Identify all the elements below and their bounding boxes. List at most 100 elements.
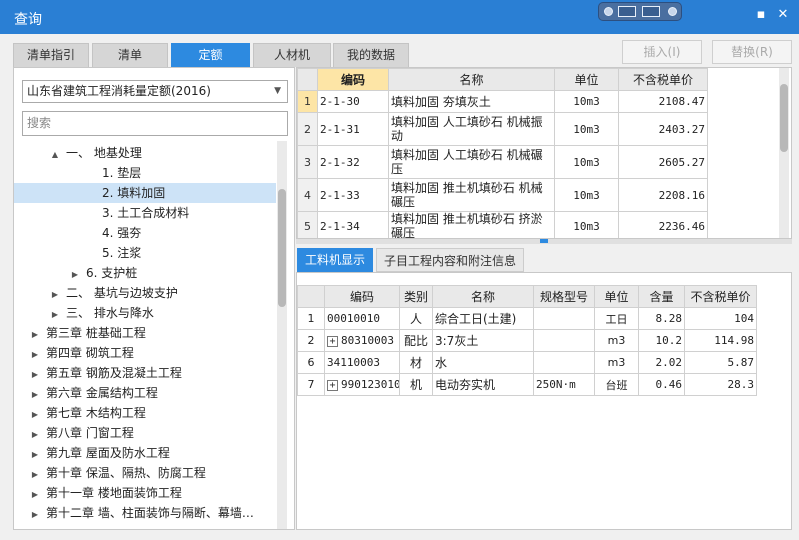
cell-name[interactable]: 填料加固 人工填砂石 机械碾压 (388, 145, 555, 179)
tree-item[interactable]: ▶ 第十章 保温、隔热、防腐工程 (14, 463, 276, 483)
cell-spec[interactable] (533, 329, 595, 352)
cell-price[interactable]: 2605.27 (618, 145, 708, 179)
cell-code[interactable]: 2-1-32 (317, 145, 389, 179)
tree-item[interactable]: 2. 填料加固 (14, 183, 276, 203)
cell-unit[interactable]: 10m3 (554, 211, 619, 238)
table-row[interactable]: 6 34110003 材水 m3 2.02 5.87 (297, 351, 757, 374)
expand-arrow-icon[interactable]: ▶ (49, 285, 61, 305)
tab-resource-display[interactable]: 工料机显示 (297, 248, 373, 272)
tree-item[interactable]: 4. 强夯 (14, 223, 276, 243)
quota-scroll-thumb[interactable] (780, 84, 788, 152)
cell-price[interactable]: 114.98 (684, 329, 757, 352)
col-price[interactable]: 不含税单价 (684, 285, 757, 308)
cell-code[interactable]: 2-1-33 (317, 178, 389, 212)
expand-arrow-icon[interactable]: ▶ (29, 345, 41, 365)
tree-item[interactable]: ▶ 第四章 砌筑工程 (14, 343, 276, 363)
col-name[interactable]: 名称 (432, 285, 534, 308)
cell-price[interactable]: 2108.47 (618, 90, 708, 113)
col-qty[interactable]: 含量 (638, 285, 685, 308)
col-spec[interactable]: 规格型号 (533, 285, 595, 308)
tree-item[interactable]: ▲ 一、 地基处理 (14, 143, 276, 163)
close-icon[interactable]: ✕ (774, 6, 792, 24)
quota-scrollbar[interactable] (779, 68, 789, 238)
tree-item[interactable]: ▶ 二、 基坑与边坡支护 (14, 283, 276, 303)
expand-arrow-icon[interactable]: ▶ (29, 505, 41, 525)
cell-name[interactable]: 填料加固 人工填砂石 机械振动 (388, 112, 555, 146)
cell-type[interactable]: 人 (399, 307, 433, 330)
tree-item[interactable]: ▶ 第十一章 楼地面装饰工程 (14, 483, 276, 503)
table-row[interactable]: 7 +990123010 机电动夯实机 250N·m 台班 0.46 28.3 (297, 373, 757, 396)
floating-toolbar[interactable] (598, 2, 682, 21)
col-type[interactable]: 类别 (399, 285, 433, 308)
cell-name[interactable]: 填料加固 夯填灰土 (388, 90, 555, 113)
dropdown-arrow-icon[interactable]: ▼ (274, 81, 281, 102)
tab-item-notes[interactable]: 子目工程内容和附注信息 (376, 248, 524, 272)
insert-button[interactable]: 插入(I) (622, 40, 702, 64)
cell-type[interactable]: 机 (399, 373, 433, 396)
tab-list[interactable]: 清单 (92, 43, 168, 67)
tree-item[interactable]: ▶ 第十二章 墙、柱面装饰与隔断、幕墙… (14, 503, 276, 523)
tree-item[interactable]: ▶ 第八章 门窗工程 (14, 423, 276, 443)
cell-spec[interactable] (533, 307, 595, 330)
cell-unit[interactable]: m3 (594, 329, 639, 352)
table-row[interactable]: 1 2-1-30 填料加固 夯填灰土 10m3 2108.47 (297, 90, 708, 113)
cell-price[interactable]: 5.87 (684, 351, 757, 374)
expand-arrow-icon[interactable]: ▶ (29, 385, 41, 405)
cell-unit[interactable]: m3 (594, 351, 639, 374)
search-input[interactable]: 搜索 (22, 111, 288, 136)
cell-qty[interactable]: 2.02 (638, 351, 685, 374)
cell-unit[interactable]: 10m3 (554, 145, 619, 179)
table-row[interactable]: 4 2-1-33 填料加固 推土机填砂石 机械碾压 10m3 2208.16 (297, 178, 708, 212)
tree-item[interactable]: 5. 注浆 (14, 243, 276, 263)
expand-arrow-icon[interactable]: ▶ (29, 465, 41, 485)
quota-library-select[interactable]: 山东省建筑工程消耗量定额(2016) ▼ (22, 80, 288, 103)
cell-code[interactable]: 2-1-34 (317, 211, 389, 238)
col-code[interactable]: 编码 (324, 285, 400, 308)
row-index[interactable]: 5 (297, 211, 318, 238)
replace-button[interactable]: 替换(R) (712, 40, 792, 64)
col-code[interactable]: 编码 (317, 68, 389, 91)
tree-scroll-thumb[interactable] (278, 189, 286, 307)
cell-unit[interactable]: 10m3 (554, 90, 619, 113)
cell-price[interactable]: 2236.46 (618, 211, 708, 238)
cell-name[interactable]: 3:7灰土 (432, 329, 534, 352)
row-index[interactable]: 2 (297, 112, 318, 146)
tree-item[interactable]: ▶ 第六章 金属结构工程 (14, 383, 276, 403)
table-row[interactable]: 2 2-1-31 填料加固 人工填砂石 机械振动 10m3 2403.27 (297, 112, 708, 146)
cell-code[interactable]: +80310003 (324, 329, 400, 352)
tab-resources[interactable]: 人材机 (253, 43, 331, 67)
tab-my-data[interactable]: 我的数据 (333, 43, 409, 67)
tree-item[interactable]: ▶ 第七章 木结构工程 (14, 403, 276, 423)
table-row[interactable]: 5 2-1-34 填料加固 推土机填砂石 挤淤碾压 10m3 2236.46 (297, 211, 708, 238)
cell-qty[interactable]: 10.2 (638, 329, 685, 352)
cell-qty[interactable]: 8.28 (638, 307, 685, 330)
cell-price[interactable]: 104 (684, 307, 757, 330)
cell-name[interactable]: 填料加固 推土机填砂石 机械碾压 (388, 178, 555, 212)
cell-price[interactable]: 2208.16 (618, 178, 708, 212)
cell-name[interactable]: 综合工日(土建) (432, 307, 534, 330)
expand-arrow-icon[interactable]: ▶ (29, 365, 41, 385)
cell-unit[interactable]: 10m3 (554, 112, 619, 146)
col-name[interactable]: 名称 (388, 68, 555, 91)
expand-arrow-icon[interactable]: ▶ (29, 405, 41, 425)
toolbar-switch-icon[interactable] (618, 6, 636, 17)
tree-item[interactable]: 1. 垫层 (14, 163, 276, 183)
cell-name[interactable]: 水 (432, 351, 534, 374)
cell-spec[interactable] (533, 351, 595, 374)
expand-arrow-icon[interactable]: ▶ (29, 425, 41, 445)
expand-arrow-icon[interactable]: ▶ (29, 325, 41, 345)
tree-item[interactable]: ▶ 第五章 钢筋及混凝土工程 (14, 363, 276, 383)
col-unit[interactable]: 单位 (554, 68, 619, 91)
cell-qty[interactable]: 0.46 (638, 373, 685, 396)
tree-item[interactable]: ▶ 6. 支护桩 (14, 263, 276, 283)
cell-code[interactable]: 34110003 (324, 351, 400, 374)
cell-price[interactable]: 28.3 (684, 373, 757, 396)
cell-spec[interactable]: 250N·m (533, 373, 595, 396)
cell-code[interactable]: 2-1-30 (317, 90, 389, 113)
collapse-arrow-icon[interactable]: ▲ (49, 145, 61, 165)
expand-plus-icon[interactable]: + (327, 336, 338, 347)
row-index[interactable]: 3 (297, 145, 318, 179)
toolbar-restore-icon[interactable] (642, 6, 660, 17)
cell-type[interactable]: 材 (399, 351, 433, 374)
col-price[interactable]: 不含税单价 (618, 68, 708, 91)
